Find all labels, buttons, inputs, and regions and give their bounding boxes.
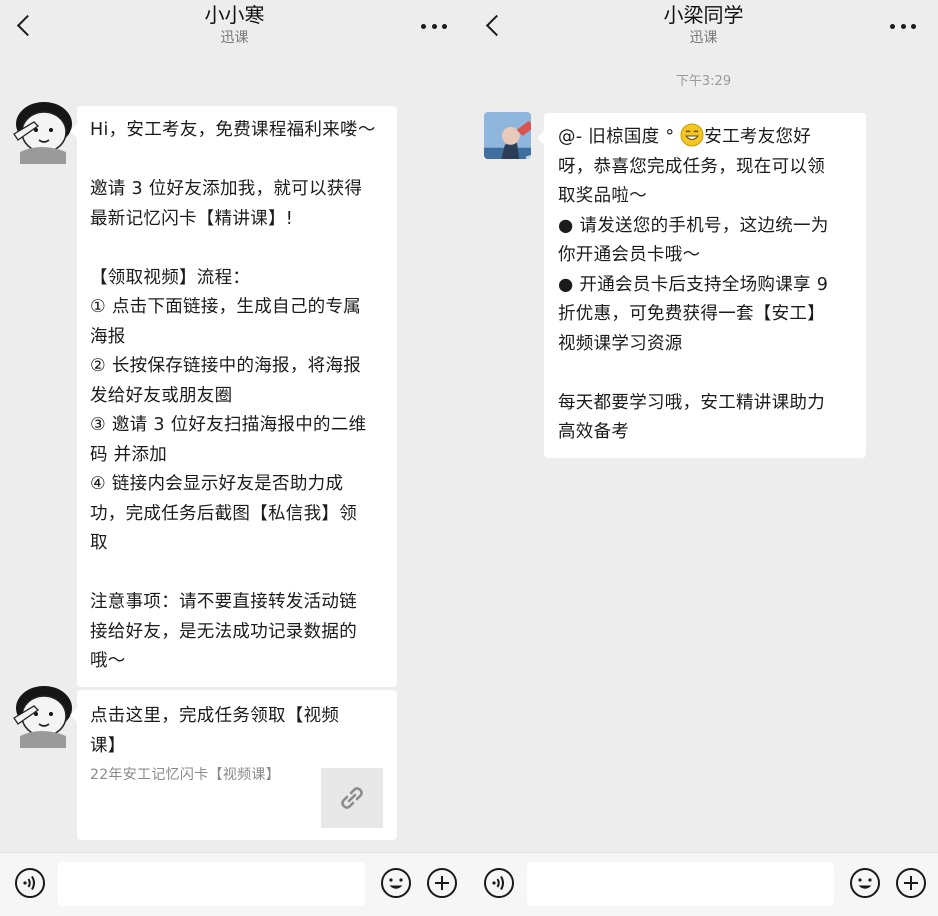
input-bar: [0, 852, 469, 916]
link-card-title-line: 课】: [90, 735, 126, 756]
input-bar: [469, 852, 938, 916]
link-icon: [321, 768, 383, 828]
chat-title: 小小寒: [204, 3, 265, 27]
avatar[interactable]: [6, 678, 76, 748]
message-text: @- 旧椋国度 ° 安工考友您好 呀，恭喜您完成任务，现在可以领 取奖品啦～ ● 请…: [558, 123, 854, 448]
chat-pane-right: 小梁同学 迅课 下午3:29 @- 旧椋国度 ° 安工考友您好 呀，恭喜您完成任…: [469, 0, 938, 916]
message-line: 视频课学习资源: [558, 333, 683, 354]
message-line: 取奖品啦～: [558, 186, 647, 206]
emoji-icon[interactable]: [380, 867, 412, 899]
message-line: 高效备考: [558, 422, 630, 442]
message-line-gap: [558, 359, 854, 389]
mention-text: @- 旧椋国度 °: [558, 127, 675, 147]
message-input[interactable]: [58, 862, 365, 906]
message-line-gap: [90, 146, 385, 176]
emoji-icon[interactable]: [849, 867, 881, 899]
message-line: ① 点击下面链接，生成自己的专属: [90, 297, 362, 317]
message-line: ③ 邀请 3 位好友扫描海报中的二维: [90, 415, 367, 435]
message-line: ● 请发送您的手机号，这边统一为: [558, 215, 829, 236]
chat-title-group: 小梁同学 迅课: [469, 2, 938, 48]
message-line: 你开通会员卡哦～: [558, 245, 701, 265]
message-text: Hi，安工考友，免费课程福利来喽～ 邀请 3 位好友添加我，就可以获得 最新记忆闪卡…: [90, 116, 385, 677]
message-line: 呀，恭喜您完成任务，现在可以领: [558, 156, 825, 177]
message-line: 发给好友或朋友圈: [90, 385, 233, 406]
link-card-title: 点击这里，完成任务领取【视频 课】: [90, 702, 385, 761]
message-timestamp: 下午3:29: [675, 74, 732, 89]
message-input[interactable]: [527, 862, 834, 906]
message-line-tail: 安工考友您好: [704, 127, 812, 147]
voice-icon[interactable]: [14, 867, 46, 899]
message-line: 取: [90, 533, 108, 553]
chat-subtitle: 迅课: [689, 30, 718, 46]
grin-emoji-icon: [680, 123, 704, 147]
link-card[interactable]: 点击这里，完成任务领取【视频 课】 22年安工记忆闪卡【视频课】: [70, 690, 397, 840]
message-line: ④ 链接内会显示好友是否助力成: [90, 474, 344, 494]
message-line-gap: [90, 559, 385, 589]
message-line: ● 开通会员卡后支持全场购课享 9: [558, 274, 829, 295]
message-line: 每天都要学习哦，安工精讲课助力: [558, 392, 825, 413]
message-line: 折优惠，可免费获得一套【安工】: [558, 304, 825, 324]
message-line: 码 并添加: [90, 444, 168, 465]
message-bubble[interactable]: @- 旧椋国度 ° 安工考友您好 呀，恭喜您完成任务，现在可以领 取奖品啦～ ● 请…: [537, 113, 866, 458]
chat-subtitle: 迅课: [220, 30, 249, 46]
plus-icon[interactable]: [895, 867, 927, 899]
avatar[interactable]: [484, 112, 531, 159]
chat-pane-left: 小小寒 迅课 Hi，安工考友，免费课程福利来喽～ 邀请 3 位好友添加我，就可以获…: [0, 0, 469, 916]
chat-header: 小小寒 迅课: [0, 0, 469, 56]
message-line: 功，完成任务后截图【私信我】领: [90, 503, 357, 524]
message-line: 注意事项：请不要直接转发活动链: [90, 592, 357, 612]
more-icon[interactable]: [890, 24, 916, 30]
message-line: 哦～: [90, 651, 126, 671]
voice-icon[interactable]: [483, 867, 515, 899]
message-line: Hi，安工考友，免费课程福利来喽～: [90, 120, 376, 140]
message-line: 【领取视频】流程：: [90, 267, 251, 288]
message-body: 呀，恭喜您完成任务，现在可以领 取奖品啦～ ● 请发送您的手机号，这边统一为 你开通会…: [558, 153, 854, 448]
message-line: ② 长按保存链接中的海报，将海报: [90, 356, 362, 376]
message-line: 最新记忆闪卡【精讲课】!: [90, 208, 294, 229]
message-line: @- 旧椋国度 ° 安工考友您好: [558, 123, 854, 153]
link-card-title-line: 点击这里，完成任务领取【视频: [90, 706, 340, 726]
chat-header: 小梁同学 迅课: [469, 0, 938, 56]
avatar[interactable]: [6, 94, 76, 164]
message-line: 邀请 3 位好友添加我，就可以获得: [90, 179, 363, 199]
message-line: 接给好友，是无法成功记录数据的: [90, 621, 357, 642]
plus-icon[interactable]: [426, 867, 458, 899]
message-line: 海报: [90, 326, 126, 347]
message-line-gap: [90, 234, 385, 264]
chat-title: 小梁同学: [663, 3, 744, 27]
chat-title-group: 小小寒 迅课: [0, 2, 469, 48]
more-icon[interactable]: [421, 24, 447, 30]
message-bubble[interactable]: Hi，安工考友，免费课程福利来喽～ 邀请 3 位好友添加我，就可以获得 最新记忆闪卡…: [70, 106, 397, 687]
